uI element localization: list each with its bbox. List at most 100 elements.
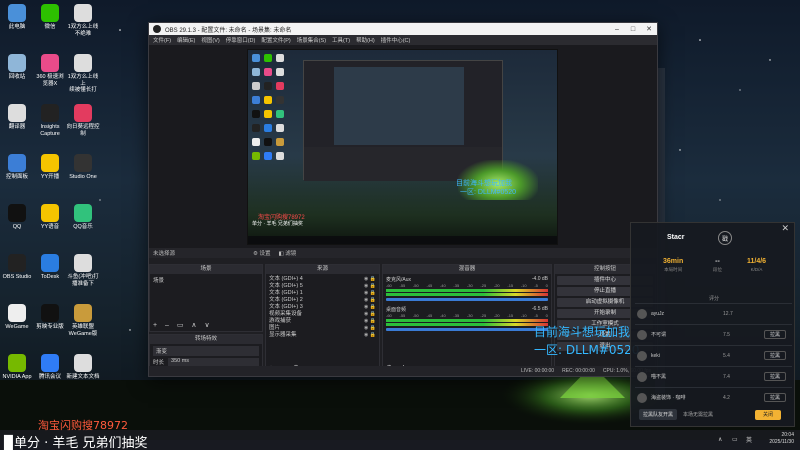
menu-item[interactable]: 工具(T) <box>332 36 350 44</box>
close-icon[interactable]: ✕ <box>781 223 789 234</box>
blacklist-teammate-button[interactable]: 拉黑队友开黑 <box>639 409 678 420</box>
close-panel-button[interactable]: 关闭 <box>755 410 781 420</box>
blacklist-button[interactable]: 拉黑 <box>764 330 786 339</box>
avatar <box>637 329 647 340</box>
document-icon <box>74 4 92 22</box>
document-icon <box>74 54 92 72</box>
no-blacklist-button[interactable]: 本场无需拉黑 <box>683 411 713 418</box>
stat-value: 36min <box>663 258 684 265</box>
desktop-icon[interactable]: ToDesk <box>33 254 67 281</box>
source-item[interactable]: 视频采集设备 ◉ 🔒 <box>269 311 376 318</box>
desktop-icon[interactable]: 腾讯会议 <box>33 354 67 381</box>
player-name: Stacr <box>667 234 685 241</box>
desktop-icon[interactable]: 回收站 <box>0 54 34 81</box>
blacklist-button[interactable]: 拉黑 <box>764 351 786 360</box>
desktop-icon[interactable]: YY语音 <box>33 204 67 231</box>
preview-icon <box>276 124 284 132</box>
desktop-icon[interactable]: NVIDIA App <box>0 354 34 381</box>
desktop-icon-label: 剪映专业版 <box>36 324 64 330</box>
visibility-icon[interactable]: ◉ 🔒 <box>364 332 376 339</box>
preview-icon <box>252 124 260 132</box>
desktop-icon[interactable]: QQ <box>0 204 34 231</box>
input-language[interactable]: 英 <box>746 435 752 444</box>
visibility-icon[interactable]: ◉ 🔒 <box>364 297 376 304</box>
stat-time: 36min 本局时间 <box>663 258 683 273</box>
source-item[interactable]: 文本 (GDI+) 4 ◉ 🔒 <box>269 276 376 283</box>
stream-preview[interactable]: 淘宝闪购搜78972 单分 · 羊毛 兄弟们抽奖 目前海斗想玩加我 一区: DL… <box>247 49 558 245</box>
menu-item[interactable]: 帮助(H) <box>356 36 375 44</box>
scenes-toolbar[interactable]: + – ▭ ∧ ∨ <box>153 321 213 329</box>
recycle-bin-icon <box>8 54 26 72</box>
filters-button[interactable]: ◧ 滤镜 <box>279 249 297 257</box>
desktop-icon-label: WeGame <box>5 324 29 330</box>
maximize-icon[interactable]: □ <box>625 23 641 35</box>
properties-button[interactable]: ⚙ 设置 <box>253 249 270 257</box>
desktop-icon[interactable]: WeGame <box>0 304 34 331</box>
desktop-icon[interactable]: OBS Studio <box>0 254 34 281</box>
duration-input[interactable]: 350 ms <box>168 358 259 366</box>
obs-title-bar: OBS 29.1.3 - 配置文件: 未命名 - 场景集: 未命名 – □ ✕ <box>149 23 657 35</box>
desktop-icon-label: 英雄联盟 WeGame版 <box>68 324 98 337</box>
desktop-icon[interactable]: 微信 <box>33 4 67 31</box>
source-item[interactable]: 文本 (GDI+) 5 ◉ 🔒 <box>269 283 376 290</box>
wechat-icon <box>41 4 59 22</box>
desktop-icon[interactable]: 向日葵远程控 制 <box>66 104 100 137</box>
menu-item[interactable]: 插件中心(C) <box>381 36 411 44</box>
desktop-icon-label: QQ <box>12 224 22 230</box>
source-item[interactable]: 文本 (GDI+) 3 ◉ 🔒 <box>269 304 376 311</box>
minimize-icon[interactable]: – <box>609 23 625 35</box>
desktop-icon[interactable]: 此电脑 <box>0 4 34 31</box>
visibility-icon[interactable]: ◉ 🔒 <box>364 304 376 311</box>
source-item[interactable]: 文本 (GDI+) 1 ◉ 🔒 <box>269 290 376 297</box>
preview-icon <box>252 96 260 104</box>
transition-select[interactable]: 渐变 <box>153 346 259 356</box>
blacklist-button[interactable]: 拉黑 <box>764 393 786 402</box>
visibility-icon[interactable]: ◉ 🔒 <box>364 311 376 318</box>
player-name: 不可谓 <box>651 332 667 338</box>
desktop-icon[interactable]: 剪映专业版 <box>33 304 67 331</box>
close-icon[interactable]: ✕ <box>641 23 657 35</box>
desktop-icon[interactable]: YY开播 <box>33 154 67 181</box>
visibility-icon[interactable]: ◉ 🔒 <box>364 325 376 332</box>
control-panel-icon <box>8 154 26 172</box>
source-item[interactable]: 显示器采集 ◉ 🔒 <box>269 332 376 339</box>
desktop-icon[interactable]: 1双方么上线上 续被懂长打 <box>66 54 100 94</box>
preview-icon <box>264 68 272 76</box>
menu-item[interactable]: 文件(F) <box>153 36 171 44</box>
tray-chevron-icon[interactable]: ∧ <box>718 436 722 443</box>
desktop-icon-label: OBS Studio <box>2 274 32 280</box>
volume-slider[interactable] <box>386 328 548 331</box>
start-icon[interactable]: ▉ <box>4 436 14 450</box>
menu-item[interactable]: 配置文件(P) <box>261 36 290 44</box>
desktop-icon[interactable]: 斗鱼(冲吧)打 播准备下 <box>66 254 100 287</box>
source-item[interactable]: 文本 (GDI+) 2 ◉ 🔒 <box>269 297 376 304</box>
desktop-icon[interactable]: 控制面板 <box>0 154 34 181</box>
visibility-icon[interactable]: ◉ 🔒 <box>364 276 376 283</box>
source-item[interactable]: 图片 ◉ 🔒 <box>269 325 376 332</box>
clock[interactable]: 20:04 2025/11/30 <box>769 432 794 446</box>
desktop-icon[interactable]: 360 极速浏 览器X <box>33 54 67 87</box>
scene-item[interactable]: 场景 <box>153 276 259 284</box>
network-icon[interactable]: ▭ <box>732 436 738 443</box>
volume-slider[interactable] <box>386 298 548 301</box>
desktop-icon[interactable]: Studio One <box>66 154 100 181</box>
tencent-meeting-icon <box>41 354 59 372</box>
visibility-icon[interactable]: ◉ 🔒 <box>364 283 376 290</box>
desktop-icon[interactable]: Insights Capture <box>33 104 67 137</box>
menu-item[interactable]: 视图(V) <box>201 36 219 44</box>
source-label: 显示器采集 <box>269 332 297 338</box>
menu-item[interactable]: 停靠窗口(D) <box>226 36 256 44</box>
document-icon <box>74 254 92 272</box>
visibility-icon[interactable]: ◉ 🔒 <box>364 290 376 297</box>
desktop-icon[interactable]: 1双方么上线 不绝难 <box>66 4 100 37</box>
desktop-icon[interactable]: 英雄联盟 WeGame版 <box>66 304 100 337</box>
yy-voice-icon <box>41 204 59 222</box>
blacklist-button[interactable]: 拉黑 <box>764 372 786 381</box>
desktop-icon[interactable]: 新建文本文档 <box>66 354 100 381</box>
visibility-icon[interactable]: ◉ 🔒 <box>364 318 376 325</box>
menu-item[interactable]: 编辑(E) <box>177 36 195 44</box>
menu-item[interactable]: 场景集合(S) <box>297 36 326 44</box>
source-item[interactable]: 游戏捕获 ◉ 🔒 <box>269 318 376 325</box>
desktop-icon[interactable]: QQ音乐 <box>66 204 100 231</box>
desktop-icon[interactable]: 翻译器 <box>0 104 34 131</box>
